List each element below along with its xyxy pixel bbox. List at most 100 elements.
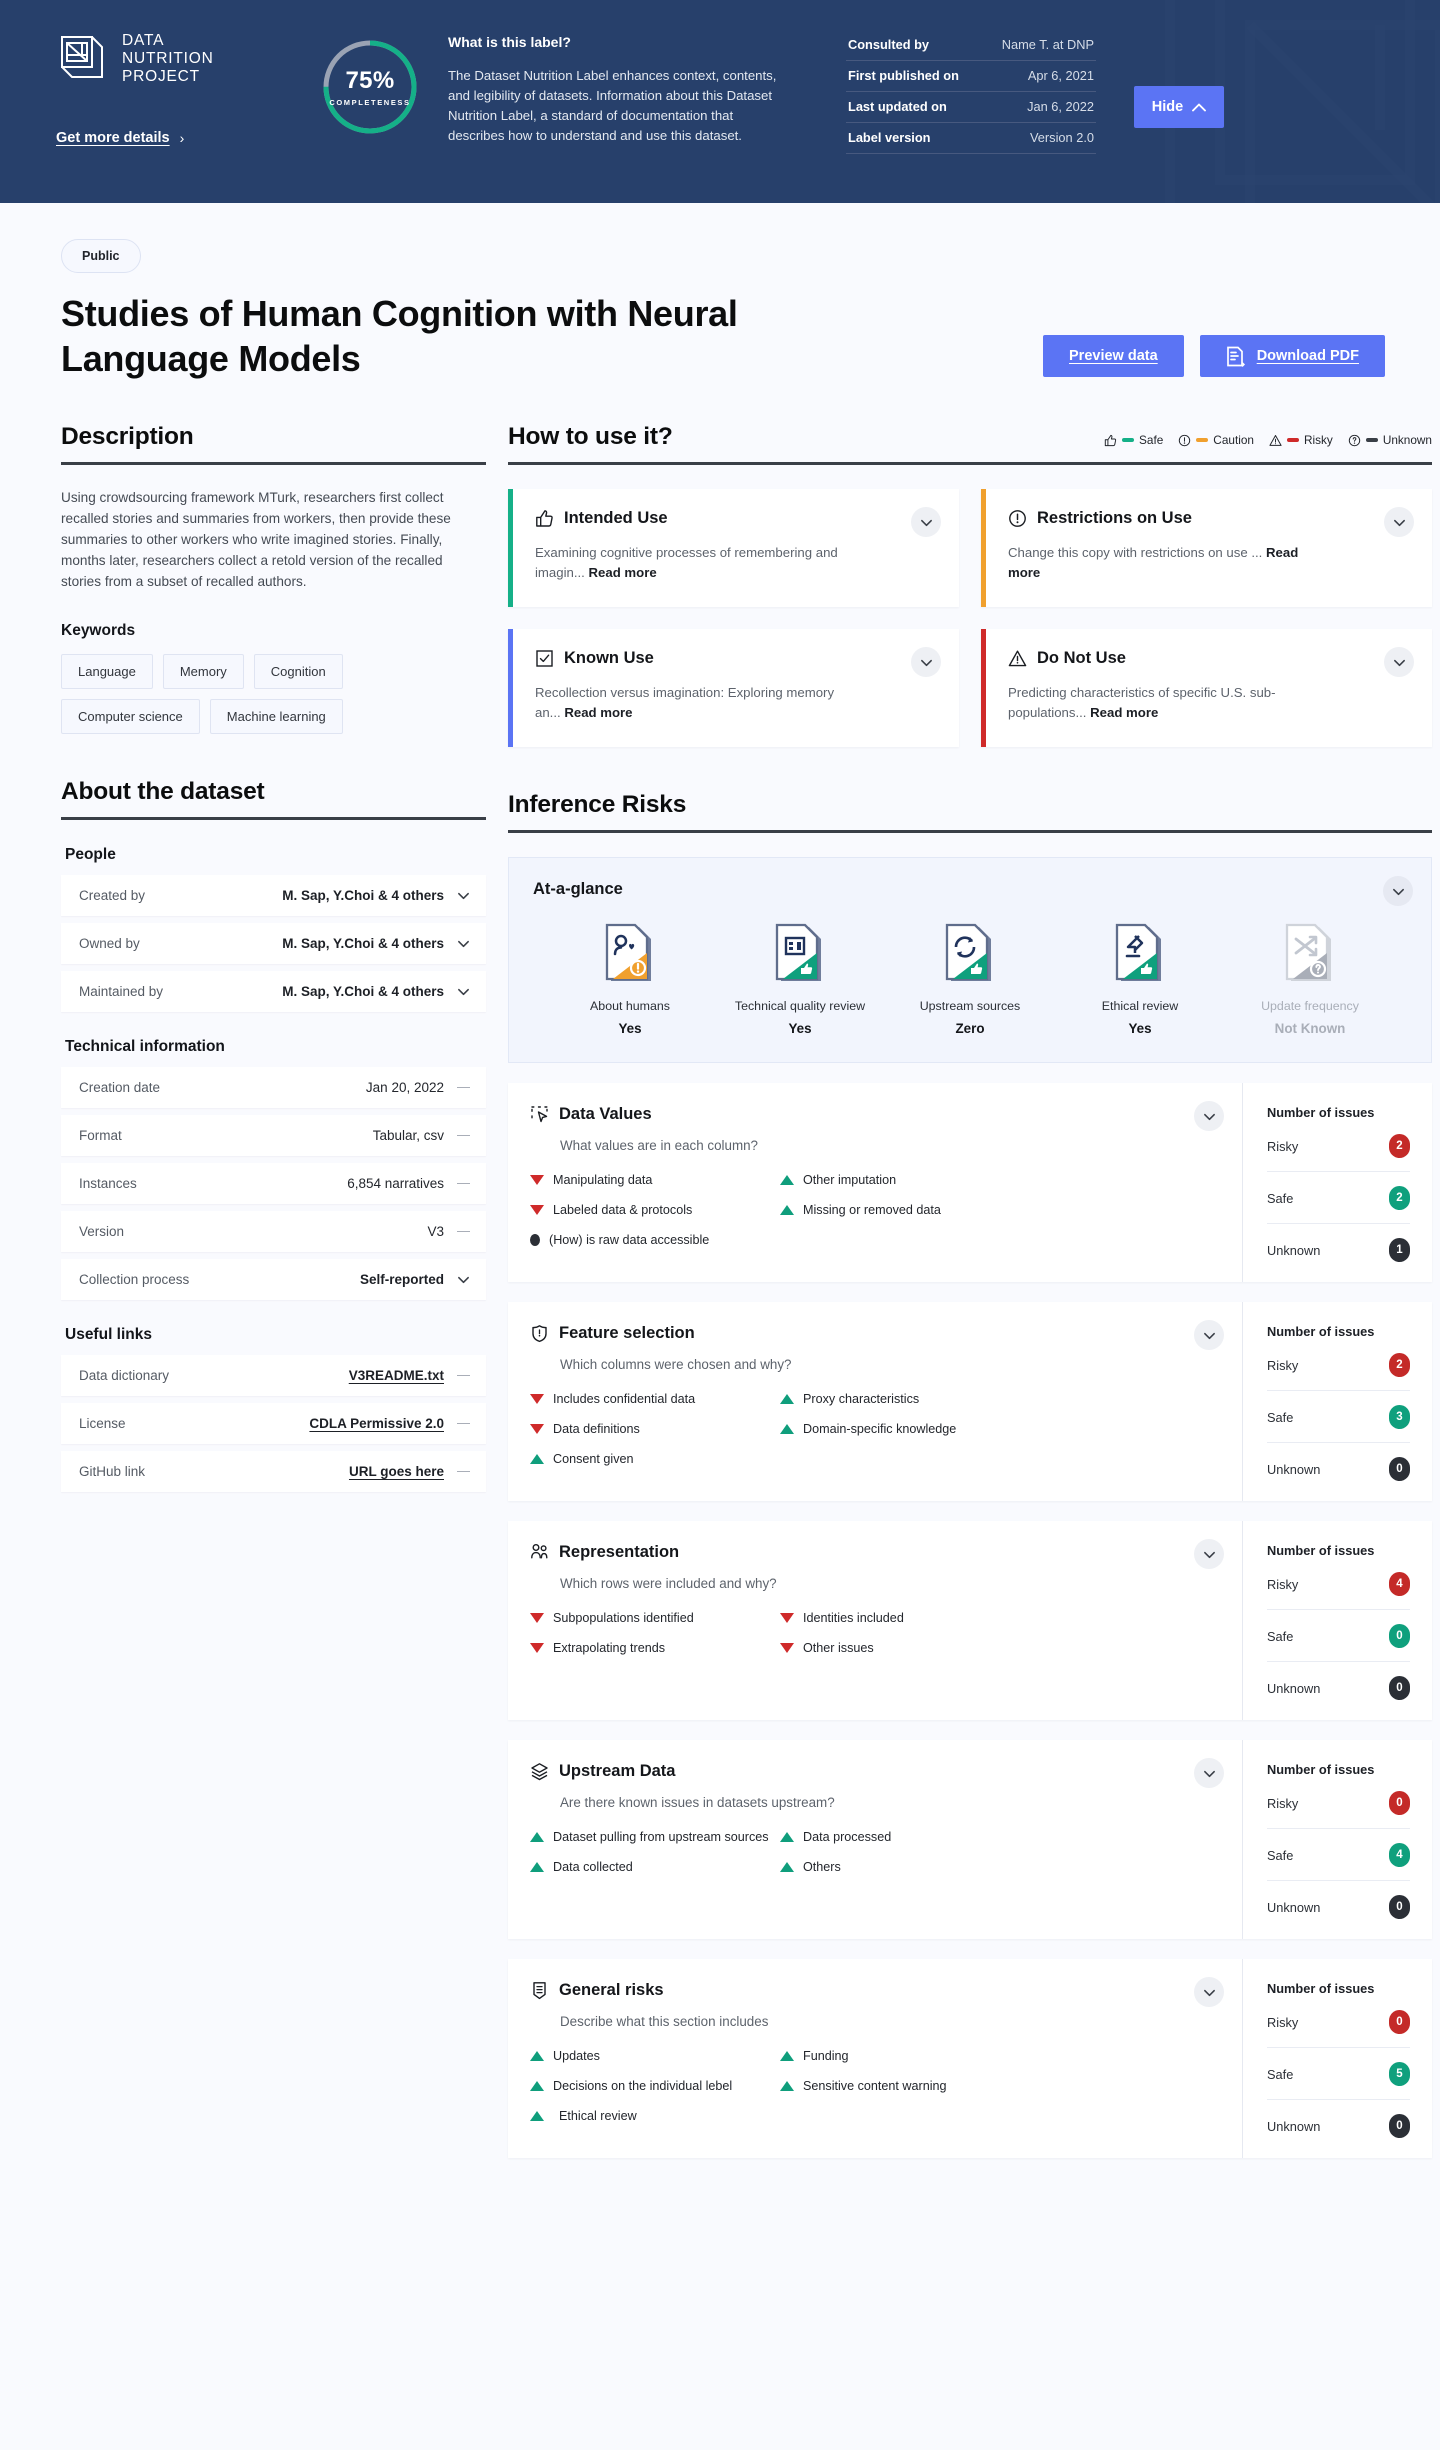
info-row-data-dictionary[interactable]: Data dictionary V3README.txt — [61, 1355, 486, 1396]
info-row-license[interactable]: License CDLA Permissive 2.0 — [61, 1403, 486, 1444]
info-row-owned-by[interactable]: Owned by M. Sap, Y.Choi & 4 others — [61, 923, 486, 964]
safe-flag-icon — [780, 1862, 794, 1872]
info-row-created-by[interactable]: Created by M. Sap, Y.Choi & 4 others — [61, 875, 486, 916]
info-row-collection-process[interactable]: Collection process Self-reported — [61, 1259, 486, 1300]
brand-logo[interactable]: DATA NUTRITION PROJECT Get more details … — [0, 24, 300, 147]
info-row-github-link[interactable]: GitHub link URL goes here — [61, 1451, 486, 1492]
legend-item-risky: Risky — [1269, 433, 1333, 447]
section-divider — [61, 462, 486, 465]
completeness-percent: 75% — [345, 67, 395, 94]
issue-row-risky: Risky 2 — [1267, 1339, 1410, 1391]
risk-item: Proxy characteristics — [780, 1392, 1222, 1406]
risk-item: Funding — [780, 2049, 1222, 2063]
issues-header: Number of issues — [1267, 1543, 1375, 1558]
issue-row-unknown: Unknown 0 — [1267, 2100, 1410, 2138]
keyword-chip[interactable]: Language — [61, 654, 153, 689]
expand-intended-use-button[interactable] — [911, 507, 941, 537]
issue-label: Safe — [1267, 1847, 1294, 1863]
expand-upstream-data-button[interactable] — [1194, 1758, 1224, 1788]
metadata-value: Name T. at DNP — [1001, 37, 1094, 52]
info-row-maintained-by[interactable]: Maintained by M. Sap, Y.Choi & 4 others — [61, 971, 486, 1012]
safe-flag-icon — [780, 1424, 794, 1434]
issue-label: Unknown — [1267, 1899, 1321, 1915]
issue-label: Risky — [1267, 1795, 1299, 1811]
info-row-value: Self-reported — [359, 1272, 444, 1287]
glance-label: Technical quality review — [734, 999, 866, 1013]
info-row-creation-date: Creation date Jan 20, 2022 — [61, 1067, 486, 1108]
risk-item-label: Missing or removed data — [803, 1203, 941, 1217]
info-row-key: Data dictionary — [79, 1368, 170, 1383]
info-row-value: Jan 20, 2022 — [365, 1080, 444, 1095]
right-column: How to use it? Safe Caution Risky Unknow… — [508, 423, 1432, 2158]
issues-header: Number of issues — [1267, 1105, 1375, 1120]
download-pdf-label: Download PDF — [1256, 348, 1359, 364]
issue-count-safe: 5 — [1389, 2062, 1410, 2086]
use-card-title: Do Not Use — [1037, 649, 1126, 667]
preview-data-label: Preview data — [1069, 348, 1158, 364]
issue-row-unknown: Unknown 1 — [1267, 1224, 1410, 1262]
expand-at-a-glance-button[interactable] — [1383, 876, 1413, 906]
risk-section-question: Describe what this section includes — [560, 2014, 769, 2029]
risk-section-title: Feature selection — [559, 1324, 695, 1342]
dash-icon — [457, 1470, 470, 1473]
humans-doc-icon — [545, 921, 715, 989]
read-more-link[interactable]: Read more — [1090, 705, 1158, 720]
expand-feature-selection-button[interactable] — [1194, 1320, 1224, 1350]
risk-item-label: Extrapolating trends — [553, 1641, 666, 1655]
safe-flag-icon — [780, 2081, 794, 2091]
get-more-details-link[interactable]: Get more details › — [56, 130, 184, 146]
quality-doc-icon — [715, 921, 885, 989]
info-row-key: Instances — [79, 1176, 137, 1191]
risk-item-label: Data processed — [803, 1830, 892, 1844]
keyword-chip[interactable]: Memory — [162, 654, 244, 689]
keyword-chip[interactable]: Computer science — [61, 699, 200, 734]
risk-item: Other issues — [780, 1641, 1222, 1655]
github-link[interactable]: URL goes here — [349, 1464, 444, 1479]
data-dictionary-link[interactable]: V3README.txt — [349, 1368, 444, 1383]
preview-data-button[interactable]: Preview data — [1043, 335, 1184, 377]
hide-header-label: Hide — [1151, 99, 1184, 115]
chevron-down-icon[interactable] — [457, 1273, 470, 1286]
risk-section-question: Which columns were chosen and why? — [560, 1357, 792, 1372]
risk-item-label: Updates — [553, 2049, 600, 2063]
risk-section-upstream-data: Upstream Data Are there known issues in … — [508, 1740, 1432, 1939]
expand-representation-button[interactable] — [1194, 1539, 1224, 1569]
chevron-down-icon[interactable] — [457, 937, 470, 950]
license-link[interactable]: CDLA Permissive 2.0 — [309, 1416, 444, 1431]
hide-header-button[interactable]: Hide — [1134, 86, 1224, 128]
risk-item: Data processed — [780, 1830, 1222, 1844]
issue-label: Safe — [1267, 1628, 1294, 1644]
download-pdf-button[interactable]: Download PDF — [1199, 335, 1385, 377]
use-card-body: Examining cognitive processes of remembe… — [535, 545, 838, 580]
keyword-chip[interactable]: Machine learning — [209, 699, 343, 734]
risk-item: Dataset pulling from upstream sources — [530, 1830, 780, 1844]
legend-item-unknown: Unknown — [1348, 433, 1432, 447]
expand-known-use-button[interactable] — [911, 647, 941, 677]
risk-item-label: Decisions on the individual lebel — [553, 2079, 733, 2093]
expand-restrictions-button[interactable] — [1384, 507, 1414, 537]
expand-data-values-button[interactable] — [1194, 1101, 1224, 1131]
chevron-down-icon[interactable] — [457, 889, 470, 902]
visibility-badge: Public — [61, 239, 141, 273]
risky-flag-icon — [530, 1205, 544, 1215]
read-more-link[interactable]: Read more — [589, 565, 657, 580]
issue-summary: Number of issues Risky 2 Safe 2 Unknown 1 — [1242, 1083, 1432, 1282]
exclamation-circle-icon — [1178, 434, 1191, 447]
expand-do-not-use-button[interactable] — [1384, 647, 1414, 677]
chevron-down-icon[interactable] — [457, 985, 470, 998]
risky-flag-icon — [780, 1643, 794, 1653]
risk-item-label: Other imputation — [803, 1173, 897, 1187]
risk-item: Identities included — [780, 1611, 1222, 1625]
info-row-value: M. Sap, Y.Choi & 4 others — [282, 936, 444, 951]
read-more-link[interactable]: Read more — [564, 705, 632, 720]
expand-general-risks-button[interactable] — [1194, 1977, 1224, 2007]
issue-label: Risky — [1267, 1357, 1299, 1373]
issue-count-risky: 0 — [1389, 1791, 1410, 1815]
keyword-chip[interactable]: Cognition — [253, 654, 343, 689]
safe-flag-icon — [780, 2051, 794, 2061]
shuffle-doc-icon — [1225, 921, 1395, 989]
issue-row-unknown: Unknown 0 — [1267, 1443, 1410, 1481]
use-card-title: Known Use — [564, 649, 654, 667]
risk-section-title: Data Values — [559, 1105, 652, 1123]
use-card-title: Restrictions on Use — [1037, 509, 1192, 527]
